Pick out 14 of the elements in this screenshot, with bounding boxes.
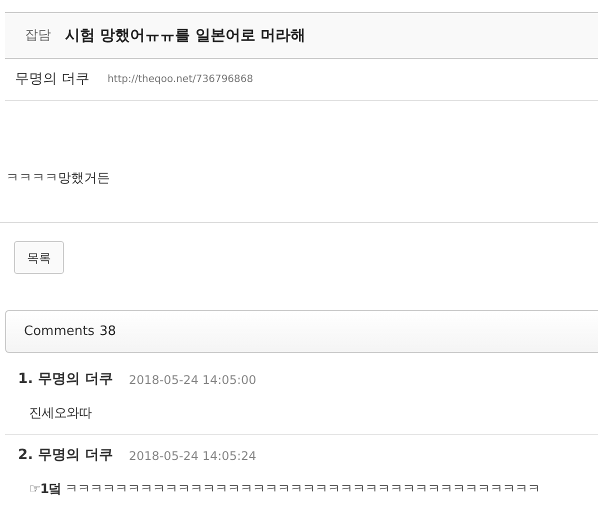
comments-count: 38 — [99, 322, 116, 341]
post-body: ㅋㅋㅋㅋ망했거든 — [5, 170, 110, 188]
post-category: 잡담 — [25, 26, 51, 45]
comments-label: Comments — [24, 322, 94, 341]
comment-author: 2. 무명의 더쿠 — [18, 446, 113, 465]
comment-text: 진세오와따 — [29, 406, 92, 421]
post-url-link[interactable]: http://theqoo.net/736796868 — [107, 72, 254, 87]
comment-author: 1. 무명의 더쿠 — [18, 370, 113, 389]
post-author: 무명의 더쿠 — [15, 70, 90, 89]
comment-time: 2018-05-24 14:05:00 — [128, 372, 256, 388]
list-button[interactable]: 목록 — [14, 241, 64, 274]
comment-text: ☞1덬 ㅋㅋㅋㅋㅋㅋㅋㅋㅋㅋㅋㅋㅋㅋㅋㅋㅋㅋㅋㅋㅋㅋㅋㅋㅋㅋㅋㅋㅋㅋㅋㅋㅋㅋㅋㅋㅋㅋ — [29, 482, 540, 497]
post-title: 시험 망했어ㅠㅠ를 일본어로 머라해 — [65, 25, 306, 46]
comment-time: 2018-05-24 14:05:24 — [128, 448, 256, 464]
